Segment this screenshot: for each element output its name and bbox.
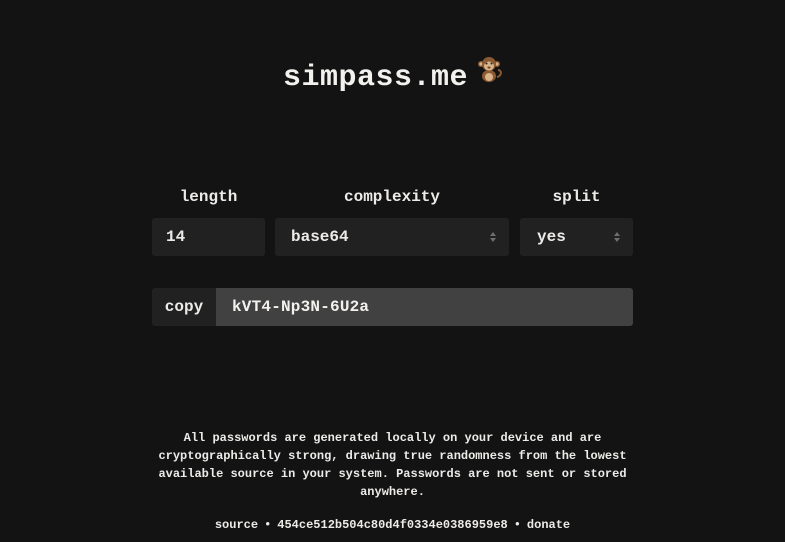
site-name: simpass.me: [282, 60, 469, 95]
footer-separator: •: [264, 518, 272, 532]
split-select[interactable]: yes: [520, 218, 633, 256]
length-input[interactable]: [166, 218, 256, 256]
footer-separator: •: [513, 518, 521, 532]
source-link[interactable]: source: [215, 518, 258, 532]
length-field-container: [152, 218, 265, 256]
copy-button[interactable]: copy: [152, 288, 216, 326]
select-arrows-icon: [490, 232, 496, 242]
monkey-icon: [476, 55, 502, 93]
password-output-row: copy kVT4-Np3N-6U2a: [152, 288, 633, 326]
select-arrows-icon: [614, 232, 620, 242]
split-selected-value: yes: [537, 228, 566, 246]
complexity-label: complexity: [343, 188, 440, 206]
privacy-info-text: All passwords are generated locally on y…: [158, 431, 627, 499]
generated-password[interactable]: kVT4-Np3N-6U2a: [216, 288, 633, 326]
donate-link[interactable]: donate: [527, 518, 570, 532]
commit-hash-link[interactable]: 454ce512b504c80d4f0334e0386959e8: [277, 518, 507, 532]
page-title: simpass.me: [0, 55, 785, 96]
split-label: split: [552, 188, 601, 206]
complexity-selected-value: base64: [291, 228, 349, 246]
footer: source • 454ce512b504c80d4f0334e0386959e8 •…: [0, 517, 785, 533]
length-label: length: [179, 188, 238, 206]
complexity-select[interactable]: base64: [275, 218, 509, 256]
